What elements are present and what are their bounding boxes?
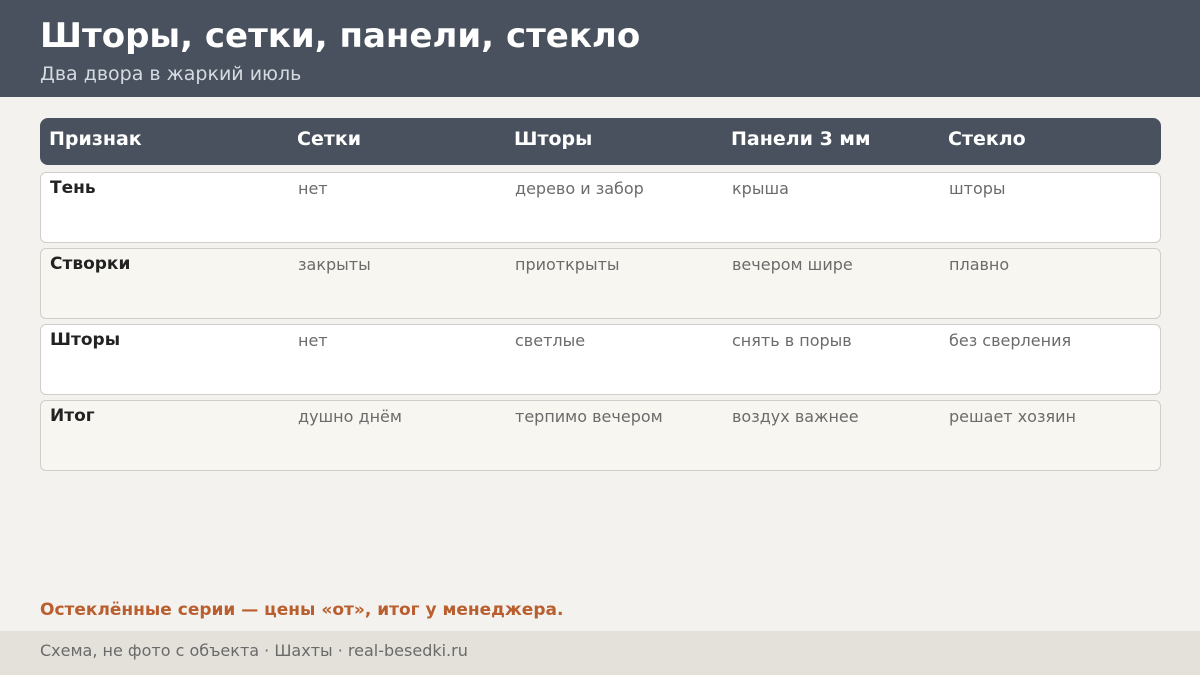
table-header: Признак Сетки Шторы Панели 3 мм Стекло xyxy=(40,118,1161,165)
table-cell: светлые xyxy=(515,331,586,350)
table-cell: нет xyxy=(298,179,328,198)
table-cell: крыша xyxy=(732,179,789,198)
column-header-nets: Сетки xyxy=(297,128,362,150)
table-cell: воздух важнее xyxy=(732,407,859,426)
column-header-panels: Панели 3 мм xyxy=(731,128,871,150)
row-label: Шторы xyxy=(50,330,121,350)
column-header-curtains: Шторы xyxy=(514,128,593,150)
table-cell: закрыты xyxy=(298,255,371,274)
column-header-feature: Признак xyxy=(49,128,142,150)
pricing-note: Остеклённые серии — цены «от», итог у ме… xyxy=(40,600,564,620)
table-cell: нет xyxy=(298,331,328,350)
table-cell: снять в порыв xyxy=(732,331,852,350)
table-cell: плавно xyxy=(949,255,1010,274)
table-row: Шторы нет светлые снять в порыв без свер… xyxy=(40,324,1161,395)
footer-caption: Схема, не фото с объекта · Шахты · real-… xyxy=(40,641,468,660)
footer-bar: Схема, не фото с объекта · Шахты · real-… xyxy=(0,631,1200,675)
row-label: Итог xyxy=(50,406,95,426)
table-cell: терпимо вечером xyxy=(515,407,663,426)
table-cell: вечером шире xyxy=(732,255,853,274)
table-row: Тень нет дерево и забор крыша шторы xyxy=(40,172,1161,243)
header-bar: Шторы, сетки, панели, стекло Два двора в… xyxy=(0,0,1200,97)
table-cell: дерево и забор xyxy=(515,179,644,198)
page-title: Шторы, сетки, панели, стекло xyxy=(40,16,641,56)
table-cell: решает хозяин xyxy=(949,407,1076,426)
table-row: Створки закрыты приоткрыты вечером шире … xyxy=(40,248,1161,319)
table-row: Итог душно днём терпимо вечером воздух в… xyxy=(40,400,1161,471)
row-label: Створки xyxy=(50,254,131,274)
table-cell: душно днём xyxy=(298,407,402,426)
row-label: Тень xyxy=(50,178,96,198)
table-cell: шторы xyxy=(949,179,1006,198)
column-header-glass: Стекло xyxy=(948,128,1026,150)
table-cell: приоткрыты xyxy=(515,255,620,274)
page-subtitle: Два двора в жаркий июль xyxy=(40,63,302,85)
table-cell: без сверления xyxy=(949,331,1072,350)
page: Шторы, сетки, панели, стекло Два двора в… xyxy=(0,0,1200,675)
